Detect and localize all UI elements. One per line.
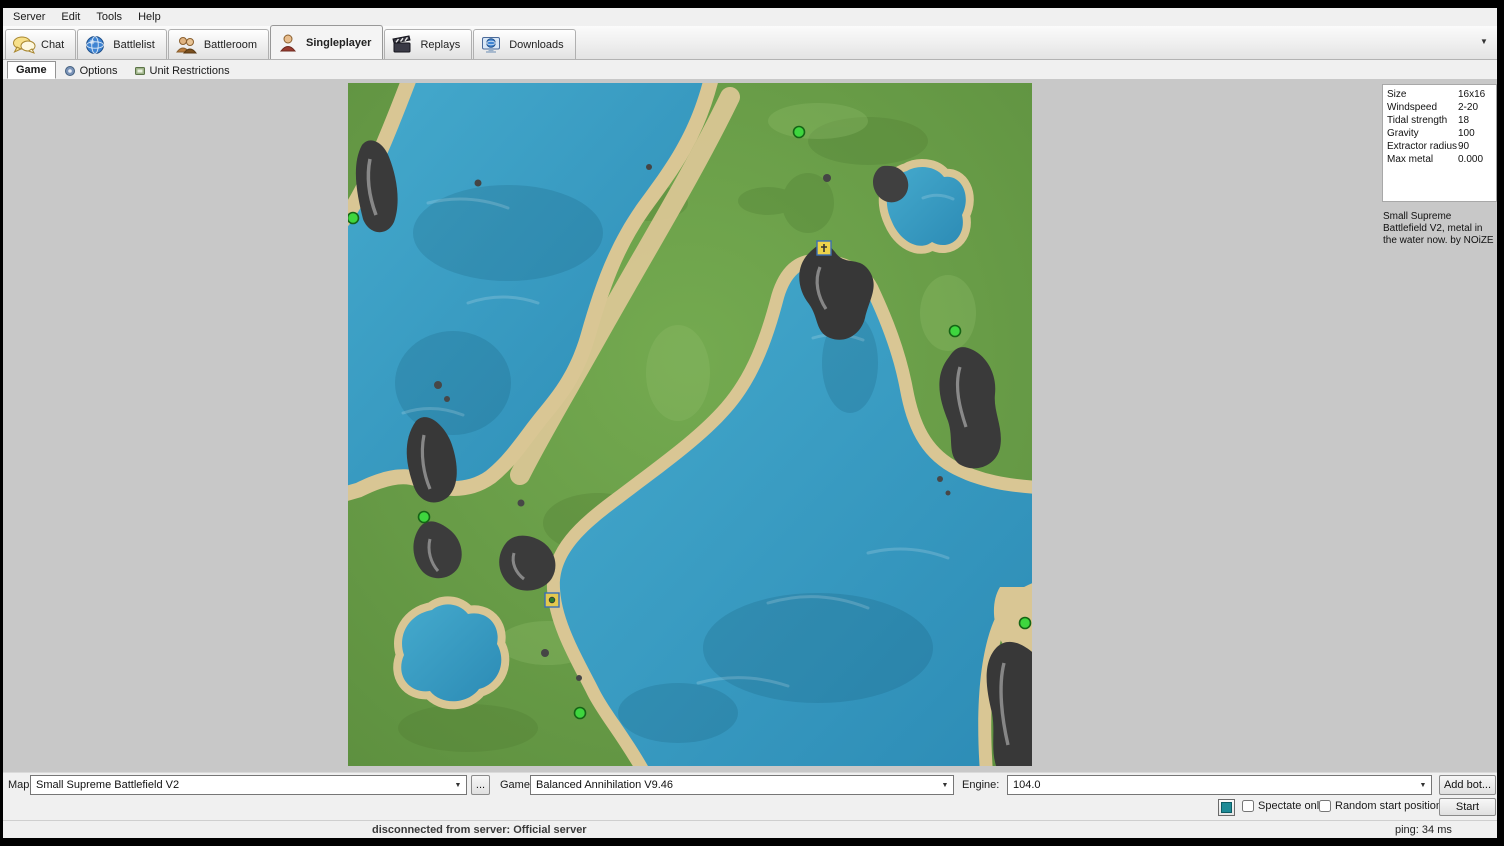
info-value: 100 [1458, 128, 1492, 139]
random-start-positions-checkbox-input[interactable] [1319, 800, 1331, 812]
map-info-row: Extractor radius 90 [1383, 140, 1496, 153]
random-start-positions-checkbox[interactable]: Random start positions [1319, 800, 1448, 812]
toolbar-overflow-button[interactable]: ▼ [1477, 35, 1491, 49]
map-preview-image [348, 83, 1032, 766]
start-button[interactable]: Start [1439, 798, 1496, 816]
tab-replays[interactable]: Replays [384, 29, 472, 59]
main-tab-bar: Chat Battlelist [3, 26, 1497, 60]
random-start-positions-label: Random start positions [1335, 800, 1448, 812]
chat-bubbles-icon [12, 35, 36, 55]
info-label: Tidal strength [1387, 115, 1458, 126]
subtab-label: Game [16, 64, 47, 76]
add-bot-button[interactable]: Add bot... [1439, 775, 1496, 795]
tab-chat[interactable]: Chat [5, 29, 76, 59]
tab-label: Battlelist [113, 39, 155, 51]
tab-downloads[interactable]: Downloads [473, 29, 575, 59]
map-label: Map: [8, 779, 32, 791]
tab-label: Replays [420, 39, 460, 51]
start-marker [794, 127, 805, 138]
map-description: Small Supreme Battlefield V2, metal in t… [1383, 211, 1497, 247]
player-color-swatch[interactable] [1218, 799, 1235, 816]
map-info-row: Gravity 100 [1383, 127, 1496, 140]
start-marker [419, 512, 430, 523]
menu-server[interactable]: Server [5, 9, 53, 25]
tab-battleroom[interactable]: Battleroom [168, 29, 269, 59]
engine-combobox[interactable]: 104.0 ▼ [1007, 775, 1432, 795]
map-info-row: Max metal 0.000 [1383, 153, 1496, 166]
tab-battlelist[interactable]: Battlelist [77, 29, 167, 59]
map-preview[interactable] [348, 83, 1032, 766]
map-info-row: Windspeed 2-20 [1383, 101, 1496, 114]
tab-label: Downloads [509, 39, 563, 51]
chevron-down-icon: ▼ [1415, 782, 1431, 789]
download-monitor-icon [480, 35, 504, 55]
engine-combobox-value: 104.0 [1008, 779, 1415, 791]
globe-icon [84, 35, 108, 55]
status-bar: disconnected from server: Official serve… [3, 820, 1497, 838]
lobby-window: Server Edit Tools Help Chat [3, 8, 1497, 838]
tab-label: Chat [41, 39, 64, 51]
info-value: 2-20 [1458, 102, 1492, 113]
chevron-down-icon: ▼ [450, 782, 466, 789]
info-value: 90 [1458, 141, 1492, 152]
map-lake-southwest [401, 604, 501, 701]
unit-restrictions-icon [134, 65, 146, 77]
subtab-options[interactable]: Options [56, 62, 126, 79]
map-browse-button[interactable]: ... [471, 775, 490, 795]
map-combobox-value: Small Supreme Battlefield V2 [31, 779, 450, 791]
spectate-only-checkbox-input[interactable] [1242, 800, 1254, 812]
info-value: 16x16 [1458, 89, 1492, 100]
tab-singleplayer[interactable]: Singleplayer [270, 25, 383, 59]
tab-label: Battleroom [204, 39, 257, 51]
game-combobox[interactable]: Balanced Annihilation V9.46 ▼ [530, 775, 954, 795]
options-icon [64, 65, 76, 77]
chevron-down-icon: ▼ [937, 782, 953, 789]
info-label: Windspeed [1387, 102, 1458, 113]
subtab-label: Unit Restrictions [150, 65, 230, 77]
map-info-row: Size 16x16 [1383, 88, 1496, 101]
singleplayer-main-area: Size 16x16 Windspeed 2-20 Tidal strength… [3, 79, 1497, 772]
battle-setup-bar: Map: Small Supreme Battlefield V2 ▼ ... … [3, 772, 1497, 796]
two-users-icon [175, 35, 199, 55]
menu-help[interactable]: Help [130, 9, 169, 25]
menu-edit[interactable]: Edit [53, 9, 88, 25]
map-icon-marker-north[interactable] [817, 241, 831, 255]
ping-status-text: ping: 34 ms [1395, 824, 1452, 836]
map-combobox[interactable]: Small Supreme Battlefield V2 ▼ [30, 775, 467, 795]
info-label: Size [1387, 89, 1458, 100]
subtab-game[interactable]: Game [7, 61, 56, 79]
map-icon-marker-south[interactable] [545, 593, 559, 607]
menu-tools[interactable]: Tools [88, 9, 130, 25]
start-marker [1020, 618, 1031, 629]
start-marker [950, 326, 961, 337]
subtab-unit-restrictions[interactable]: Unit Restrictions [126, 62, 238, 79]
subtab-label: Options [80, 65, 118, 77]
map-info-row: Tidal strength 18 [1383, 114, 1496, 127]
connection-status-text: disconnected from server: Official serve… [372, 824, 587, 836]
start-marker [348, 213, 359, 224]
info-label: Extractor radius [1387, 141, 1458, 152]
battle-subtab-bar: Game Options Unit Restrictions [3, 60, 1497, 79]
info-label: Gravity [1387, 128, 1458, 139]
spectate-only-label: Spectate only [1258, 800, 1325, 812]
start-marker [575, 708, 586, 719]
game-label: Game: [500, 779, 533, 791]
engine-label: Engine: [962, 779, 999, 791]
info-value: 18 [1458, 115, 1492, 126]
tab-label: Singleplayer [306, 37, 371, 49]
spectate-only-checkbox[interactable]: Spectate only [1242, 800, 1325, 812]
map-info-table: Size 16x16 Windspeed 2-20 Tidal strength… [1382, 84, 1497, 202]
player-color-swatch-fill [1221, 802, 1232, 813]
game-combobox-value: Balanced Annihilation V9.46 [531, 779, 937, 791]
info-label: Max metal [1387, 154, 1458, 165]
film-clapper-icon [391, 35, 415, 55]
start-options-bar: Spectate only Random start positions Sta… [3, 796, 1497, 820]
menu-bar: Server Edit Tools Help [3, 8, 1497, 26]
info-value: 0.000 [1458, 154, 1492, 165]
single-player-icon [277, 33, 301, 53]
